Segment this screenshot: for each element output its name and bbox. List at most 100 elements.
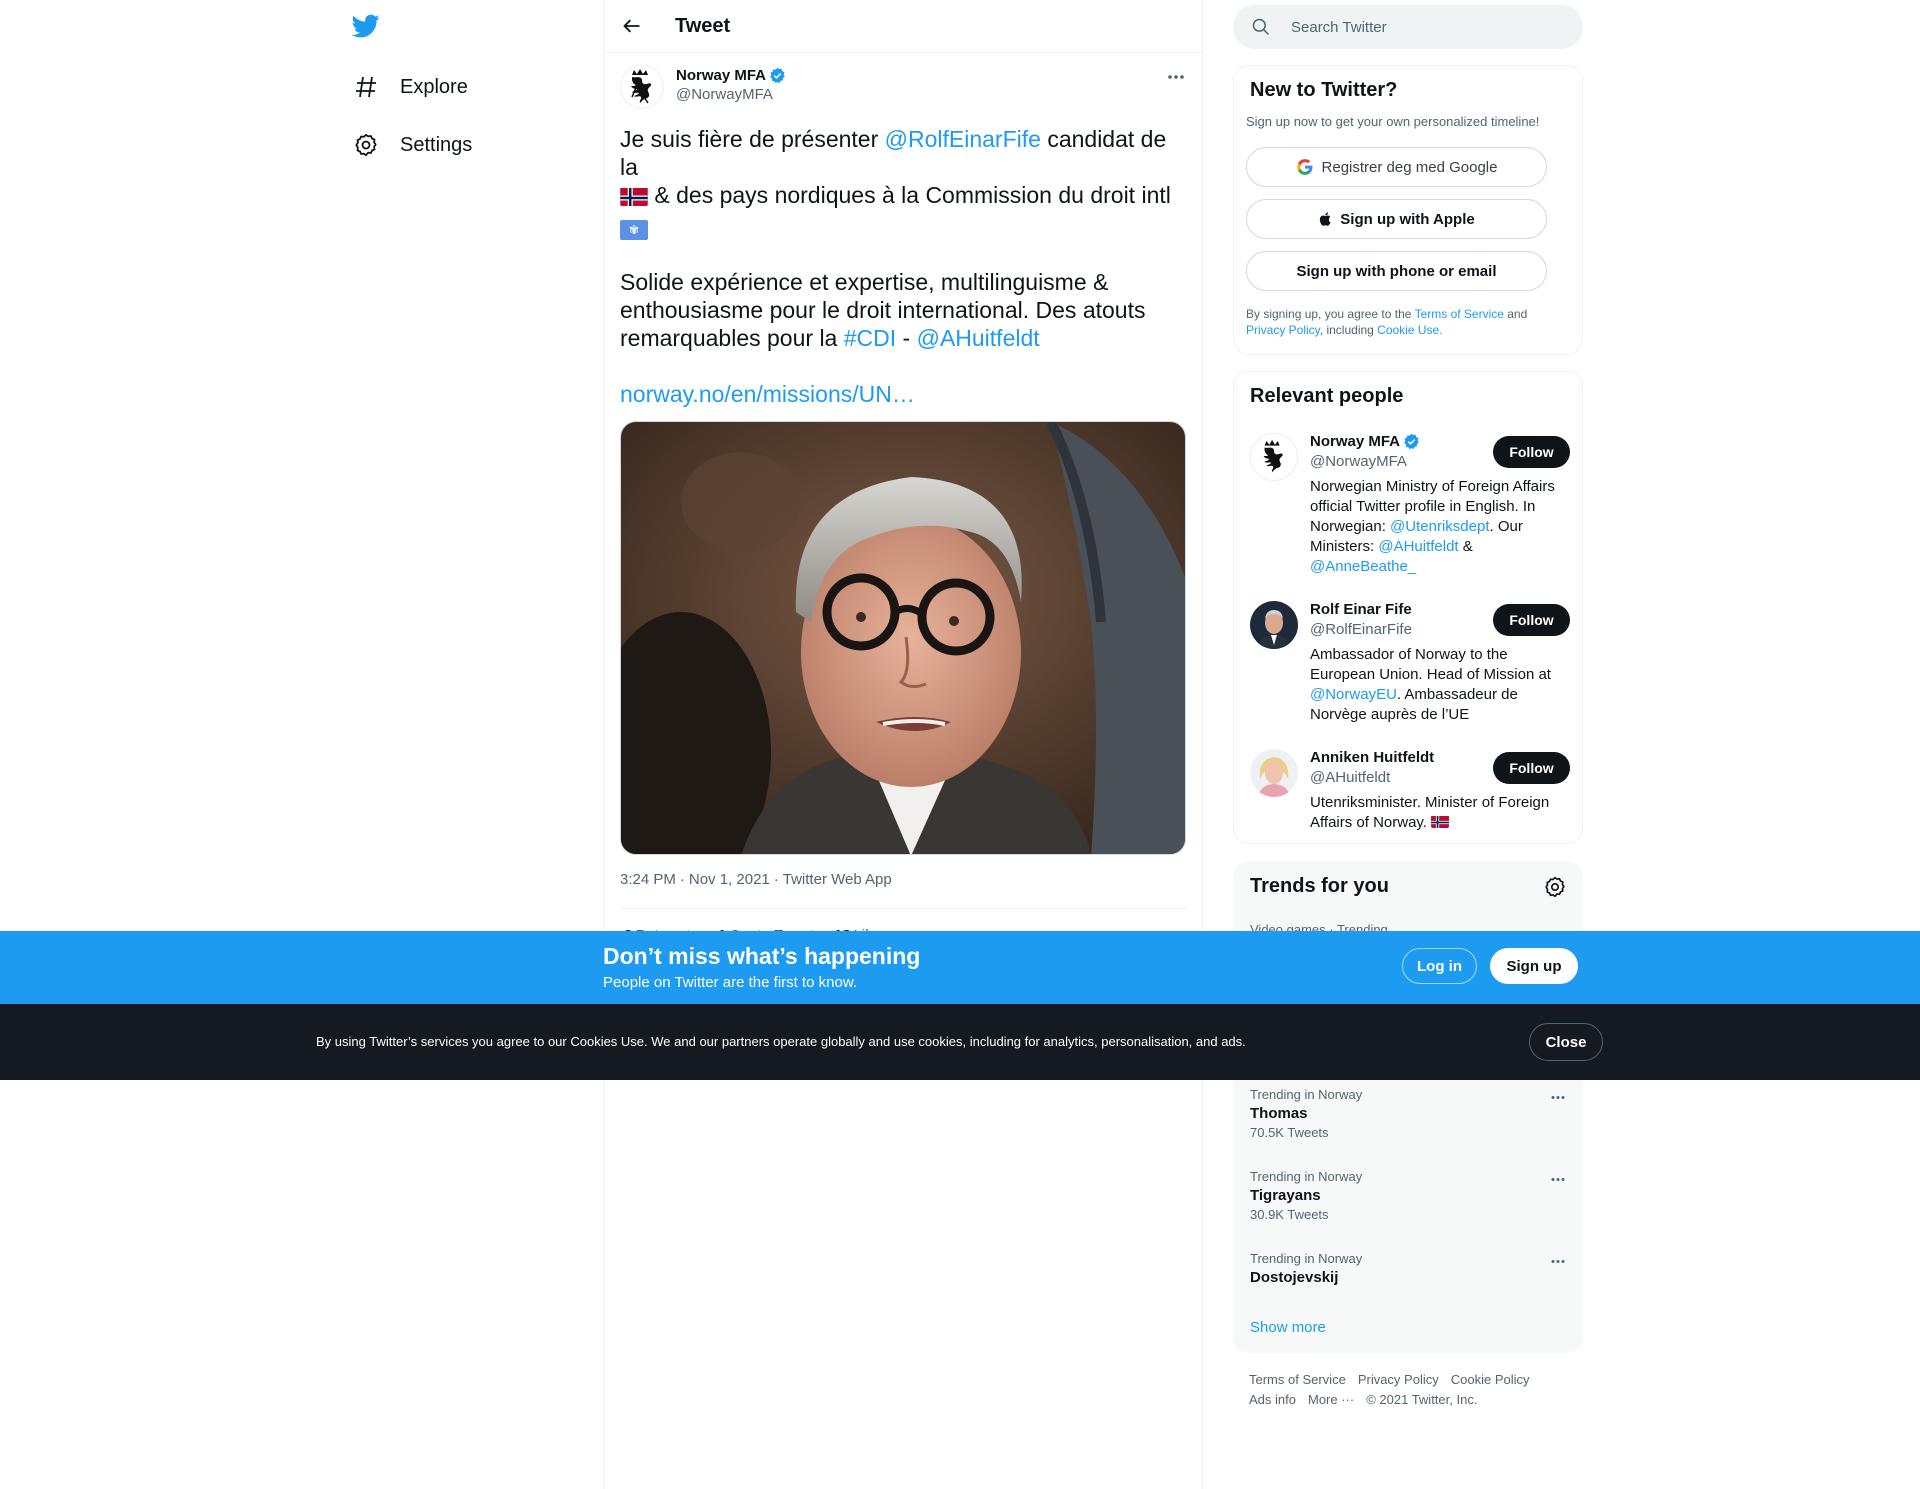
tweet-link[interactable]: norway.no/en/missions/UN… [620,381,915,407]
person-handle[interactable]: @NorwayMFA [1310,453,1407,470]
footer-terms-link[interactable]: Terms of Service [1249,1370,1346,1390]
search-placeholder: Search Twitter [1291,18,1387,36]
nav-settings[interactable]: Settings [352,123,472,167]
trend-count: 70.5K Tweets [1250,1125,1329,1140]
author-handle[interactable]: @NorwayMFA [676,86,786,103]
signup-legal-text: By signing up, you agree to the Terms of… [1246,306,1566,338]
mention-ahuitfeldt[interactable]: @AHuitfeldt [917,325,1040,351]
person-bio: Ambassador of Norway to the European Uni… [1310,645,1568,725]
tweet-source[interactable]: Twitter Web App [783,871,892,888]
mention-norwayeu[interactable]: @NorwayEU [1310,686,1397,703]
follow-button[interactable]: Follow [1493,604,1570,636]
avatar[interactable] [1250,749,1298,797]
twitter-logo-icon[interactable] [351,12,384,44]
nav-settings-label: Settings [400,133,473,156]
privacy-policy-link[interactable]: Privacy Policy [1246,323,1320,337]
main-column: Tweet Norway MFA @NorwayMFA Je suis fièr… [603,0,1203,1489]
tweet-text: Je suis fière de présenter @RolfEinarFif… [620,125,1190,408]
mention-utenriksdept[interactable]: @Utenriksdept [1390,518,1489,535]
tweet-text-span: Je suis fière de présenter [620,126,885,152]
tweet-photo[interactable] [620,421,1186,855]
trend-context: Trending in Norway [1250,1251,1363,1266]
avatar[interactable] [1250,433,1298,481]
apple-signup-label: Sign up with Apple [1340,210,1475,228]
bio-text-span: Ambassador of Norway to the European Uni… [1310,646,1551,683]
more-options-icon[interactable] [1546,1251,1570,1271]
person-name[interactable]: Anniken Huitfeldt [1310,749,1434,766]
author-name-text: Norway MFA [676,67,767,84]
more-options-icon[interactable] [1546,1087,1570,1107]
back-arrow-icon[interactable] [614,8,650,44]
signup-banner: Don’t miss what’s happening People on Tw… [0,931,1920,1004]
trends-title: Trends for you [1250,875,1389,897]
cookie-use-link[interactable]: Cookie Use. [1377,323,1442,337]
verified-badge-icon [1404,433,1419,450]
person-bio: Norwegian Ministry of Foreign Affairs of… [1310,477,1568,577]
search-input[interactable]: Search Twitter [1233,5,1583,49]
trend-item[interactable]: Trending in Norway Dostojevskij [1250,1251,1570,1286]
show-more-link[interactable]: Show more [1250,1319,1326,1336]
nav-explore-label: Explore [400,75,468,98]
person-photo-image [1250,749,1298,797]
more-options-icon[interactable] [1546,1169,1570,1189]
united-nations-flag-icon: ✾ [620,220,648,240]
person-name[interactable]: Norway MFA [1310,433,1420,450]
person-handle[interactable]: @AHuitfeldt [1310,769,1390,786]
follow-button[interactable]: Follow [1493,752,1570,784]
more-options-icon[interactable] [1164,65,1188,89]
footer-copyright: © 2021 Twitter, Inc. [1366,1392,1478,1407]
person-photo-image [1250,601,1298,649]
author-name[interactable]: Norway MFA [676,67,786,84]
cookie-banner: By using Twitter’s services you agree to… [0,1004,1920,1080]
person-name[interactable]: Rolf Einar Fife [1310,601,1412,618]
tweet-date[interactable]: Nov 1, 2021 [689,871,770,888]
google-signup-button[interactable]: Registrer deg med Google [1246,147,1547,187]
bio-text-span: & [1458,538,1473,555]
tweet: Norway MFA @NorwayMFA Je suis fière de p… [620,65,1188,962]
apple-icon [1320,212,1331,226]
footer-links: Terms of Service Privacy Policy Cookie Pol… [1249,1370,1579,1410]
trend-name: Tigrayans [1250,1187,1321,1204]
main-header: Tweet [604,0,1202,53]
trend-name: Thomas [1250,1105,1308,1122]
hashtag-cdi[interactable]: #CDI [844,325,896,351]
person-name-text: Anniken Huitfeldt [1310,749,1435,766]
avatar[interactable] [1250,601,1298,649]
signup-button[interactable]: Sign up [1490,948,1578,984]
tweet-time[interactable]: 3:24 PM [620,871,676,888]
mention-rolfeinarfife[interactable]: @RolfEinarFife [885,126,1041,152]
legal-text-span: By signing up, you agree to the [1246,307,1415,321]
close-cookie-button[interactable]: Close [1529,1023,1603,1061]
login-button[interactable]: Log in [1402,948,1477,984]
tweet-text-span: & des pays nordiques à la Commission du … [648,182,1171,208]
search-icon [1252,18,1270,36]
gear-icon[interactable] [1544,876,1566,898]
terms-of-service-link[interactable]: Terms of Service [1415,307,1504,321]
nav-explore[interactable]: Explore [352,65,468,109]
trend-item[interactable]: Trending in Norway Thomas 70.5K Tweets [1250,1087,1570,1140]
mention-ahuitfeldt[interactable]: @AHuitfeldt [1378,538,1458,555]
footer-more-link[interactable]: More ··· [1308,1390,1354,1410]
mention-annebeathe[interactable]: @AnneBeathe_ [1310,558,1416,575]
google-icon [1296,159,1313,175]
bio-text-span: Utenriksminister. Minister of Foreign Af… [1310,794,1550,831]
new-to-twitter-title: New to Twitter? [1250,79,1398,101]
norway-flag-icon [620,186,648,206]
avatar[interactable] [620,65,664,109]
legal-text-span: and [1503,307,1528,321]
trend-name: Dostojevskij [1250,1269,1339,1286]
phone-email-signup-button[interactable]: Sign up with phone or email [1246,251,1547,291]
tweet-timestamp: 3:24 PM · Nov 1, 2021 · Twitter Web App [620,871,892,888]
cookie-banner-text: By using Twitter’s services you agree to… [316,1034,1246,1049]
new-to-twitter-card: New to Twitter? Sign up now to get your … [1233,65,1583,355]
person-handle[interactable]: @RolfEinarFife [1310,621,1412,638]
follow-button[interactable]: Follow [1493,436,1570,468]
footer-ads-link[interactable]: Ads info [1249,1390,1296,1410]
footer-cookie-link[interactable]: Cookie Policy [1451,1370,1530,1390]
trend-item[interactable]: Trending in Norway Tigrayans 30.9K Tweet… [1250,1169,1570,1222]
apple-signup-button[interactable]: Sign up with Apple [1246,199,1547,239]
norway-flag-icon [1431,815,1450,828]
google-signup-label: Registrer deg med Google [1321,158,1498,176]
footer-privacy-link[interactable]: Privacy Policy [1358,1370,1439,1390]
person-name-text: Rolf Einar Fife [1310,601,1412,618]
